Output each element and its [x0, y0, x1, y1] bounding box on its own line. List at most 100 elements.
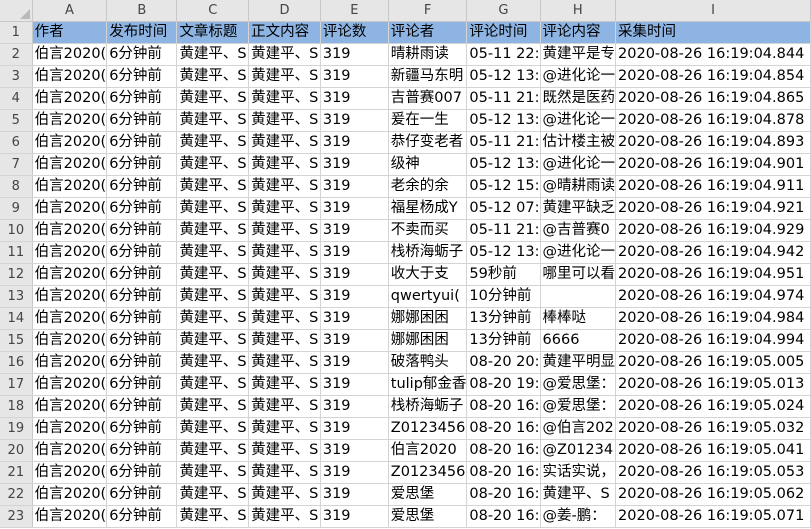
cell-comment-content[interactable]: @伯言202: [540, 417, 617, 440]
cell-comment-content[interactable]: @晴耕雨读: [540, 175, 617, 198]
cell-comment-time[interactable]: 13分钟前: [466, 329, 541, 352]
cell-commenter[interactable]: 吉普赛007: [388, 87, 468, 110]
cell-commenter[interactable]: 级神: [388, 153, 468, 176]
cell-article-title[interactable]: 黄建平、S: [176, 351, 250, 374]
cell-comment-content[interactable]: 哪里可以看: [540, 263, 617, 286]
row-header[interactable]: 13: [0, 285, 33, 308]
cell-collect-time[interactable]: 2020-08-26 16:19:04.878: [615, 109, 811, 132]
cell-comment-count[interactable]: 319: [320, 263, 389, 286]
cell-author[interactable]: 伯言2020(: [32, 65, 108, 88]
row-header[interactable]: 22: [0, 483, 33, 506]
cell-commenter[interactable]: 收大于支: [388, 263, 468, 286]
cell-commenter[interactable]: 伯言2020: [388, 439, 468, 462]
cell-comment-time[interactable]: 08-20 16:: [466, 483, 541, 506]
cell-publish-time[interactable]: 6分钟前: [106, 87, 178, 110]
cell-author[interactable]: 伯言2020(: [32, 329, 108, 352]
cell-comment-time[interactable]: 08-20 20:: [466, 351, 541, 374]
cell-publish-time[interactable]: 6分钟前: [106, 175, 178, 198]
header-cell-commenter[interactable]: 评论者: [388, 21, 468, 44]
cell-collect-time[interactable]: 2020-08-26 16:19:05.053: [615, 461, 811, 484]
cell-comment-time[interactable]: 10分钟前: [466, 285, 541, 308]
cell-comment-content[interactable]: 棒棒哒: [540, 307, 617, 330]
cell-commenter[interactable]: 娜娜困困: [388, 329, 468, 352]
cell-commenter[interactable]: 晴耕雨读: [388, 43, 468, 66]
cell-comment-count[interactable]: 319: [320, 65, 389, 88]
cell-comment-time[interactable]: 05-11 21:: [466, 87, 541, 110]
cell-body[interactable]: 黄建平、S: [248, 43, 321, 66]
cell-commenter[interactable]: 破落鸭头: [388, 351, 468, 374]
cell-publish-time[interactable]: 6分钟前: [106, 109, 178, 132]
cell-comment-count[interactable]: 319: [320, 417, 389, 440]
cell-commenter[interactable]: 新疆马东明: [388, 65, 468, 88]
row-header[interactable]: 16: [0, 351, 33, 374]
cell-body[interactable]: 黄建平、S: [248, 483, 321, 506]
cell-comment-content[interactable]: @进化论一: [540, 109, 617, 132]
column-header-E[interactable]: E: [320, 0, 389, 22]
cell-article-title[interactable]: 黄建平、S: [176, 87, 250, 110]
row-header[interactable]: 10: [0, 219, 33, 242]
cell-publish-time[interactable]: 6分钟前: [106, 241, 178, 264]
cell-collect-time[interactable]: 2020-08-26 16:19:04.929: [615, 219, 811, 242]
cell-author[interactable]: 伯言2020(: [32, 241, 108, 264]
cell-publish-time[interactable]: 6分钟前: [106, 329, 178, 352]
cell-comment-count[interactable]: 319: [320, 307, 389, 330]
cell-publish-time[interactable]: 6分钟前: [106, 483, 178, 506]
row-header[interactable]: 12: [0, 263, 33, 286]
column-header-F[interactable]: F: [388, 0, 468, 22]
cell-publish-time[interactable]: 6分钟前: [106, 219, 178, 242]
cell-collect-time[interactable]: 2020-08-26 16:19:04.901: [615, 153, 811, 176]
cell-comment-count[interactable]: 319: [320, 153, 389, 176]
cell-body[interactable]: 黄建平、S: [248, 307, 321, 330]
cell-author[interactable]: 伯言2020(: [32, 395, 108, 418]
cell-author[interactable]: 伯言2020(: [32, 131, 108, 154]
header-cell-comment-time[interactable]: 评论时间: [466, 21, 541, 44]
row-header-1[interactable]: 1: [0, 21, 33, 44]
header-cell-comment-content[interactable]: 评论内容: [540, 21, 617, 44]
cell-collect-time[interactable]: 2020-08-26 16:19:04.911: [615, 175, 811, 198]
cell-article-title[interactable]: 黄建平、S: [176, 43, 250, 66]
cell-comment-time[interactable]: 05-12 13:: [466, 109, 541, 132]
cell-article-title[interactable]: 黄建平、S: [176, 131, 250, 154]
cell-comment-time[interactable]: 08-20 16:: [466, 395, 541, 418]
cell-body[interactable]: 黄建平、S: [248, 87, 321, 110]
cell-collect-time[interactable]: 2020-08-26 16:19:05.071: [615, 505, 811, 528]
cell-comment-time[interactable]: 05-12 07:: [466, 197, 541, 220]
cell-comment-count[interactable]: 319: [320, 351, 389, 374]
cell-author[interactable]: 伯言2020(: [32, 505, 108, 528]
header-cell-body[interactable]: 正文内容: [248, 21, 321, 44]
cell-comment-content[interactable]: 黄建平是专: [540, 43, 617, 66]
cell-comment-count[interactable]: 319: [320, 175, 389, 198]
cell-comment-time[interactable]: 05-12 13:: [466, 153, 541, 176]
cell-comment-time[interactable]: 05-11 21:: [466, 131, 541, 154]
cell-comment-count[interactable]: 319: [320, 285, 389, 308]
cell-author[interactable]: 伯言2020(: [32, 373, 108, 396]
cell-author[interactable]: 伯言2020(: [32, 307, 108, 330]
cell-body[interactable]: 黄建平、S: [248, 153, 321, 176]
cell-comment-content[interactable]: 黄建平明显: [540, 351, 617, 374]
cell-author[interactable]: 伯言2020(: [32, 153, 108, 176]
row-header[interactable]: 11: [0, 241, 33, 264]
cell-comment-time[interactable]: 08-20 19:: [466, 373, 541, 396]
cell-author[interactable]: 伯言2020(: [32, 263, 108, 286]
row-header[interactable]: 18: [0, 395, 33, 418]
cell-comment-time[interactable]: 59秒前: [466, 263, 541, 286]
cell-body[interactable]: 黄建平、S: [248, 285, 321, 308]
cell-article-title[interactable]: 黄建平、S: [176, 505, 250, 528]
cell-publish-time[interactable]: 6分钟前: [106, 351, 178, 374]
cell-commenter[interactable]: Z0123456: [388, 461, 468, 484]
cell-commenter[interactable]: 娜娜困困: [388, 307, 468, 330]
cell-article-title[interactable]: 黄建平、S: [176, 197, 250, 220]
select-all-corner[interactable]: [0, 0, 33, 22]
cell-body[interactable]: 黄建平、S: [248, 241, 321, 264]
cell-body[interactable]: 黄建平、S: [248, 505, 321, 528]
cell-author[interactable]: 伯言2020(: [32, 87, 108, 110]
cell-commenter[interactable]: Z0123456: [388, 417, 468, 440]
cell-collect-time[interactable]: 2020-08-26 16:19:05.024: [615, 395, 811, 418]
cell-comment-content[interactable]: 黄建平缺乏: [540, 197, 617, 220]
cell-commenter[interactable]: 栈桥海蛎子: [388, 241, 468, 264]
cell-comment-content[interactable]: @爱思堡：: [540, 373, 617, 396]
row-header[interactable]: 4: [0, 87, 33, 110]
cell-commenter[interactable]: tulip郁金香: [388, 373, 468, 396]
cell-body[interactable]: 黄建平、S: [248, 263, 321, 286]
cell-author[interactable]: 伯言2020(: [32, 285, 108, 308]
